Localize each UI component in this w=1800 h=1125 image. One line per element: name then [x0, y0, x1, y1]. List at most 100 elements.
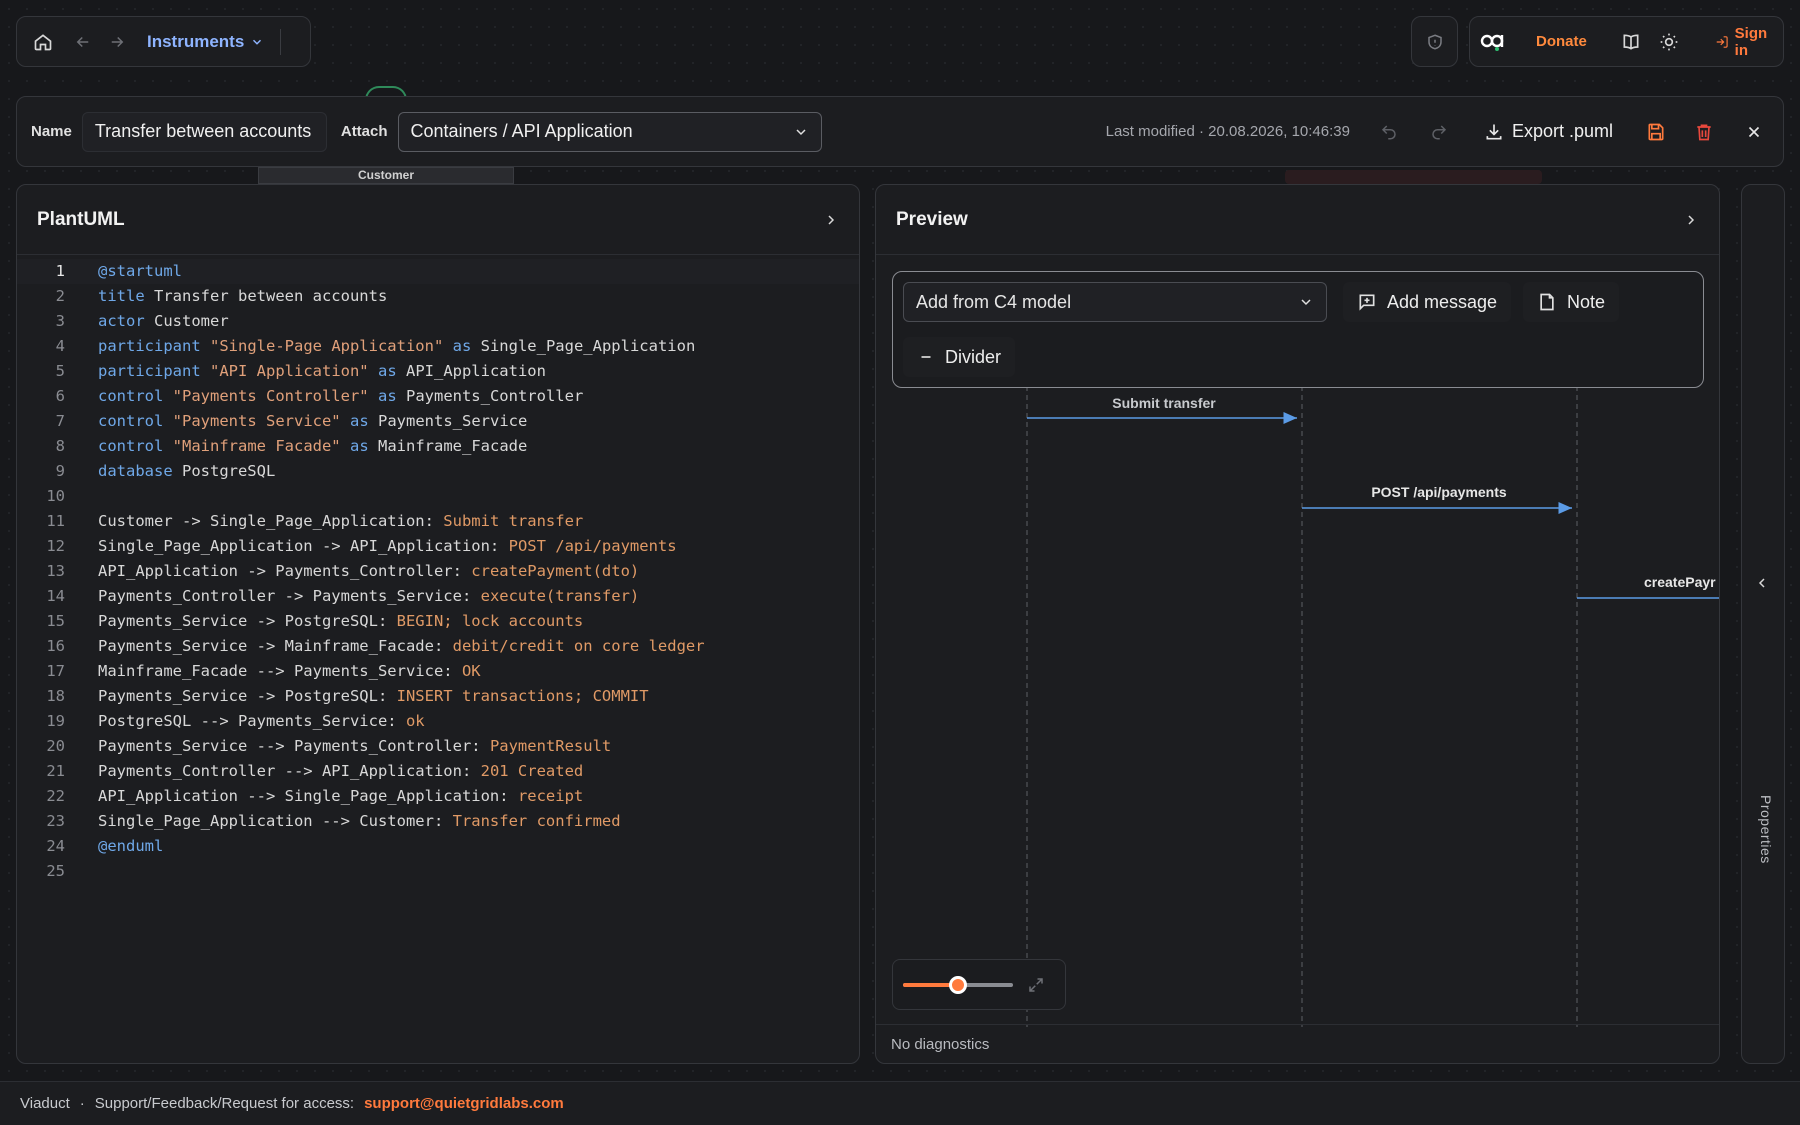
code-line[interactable]: 25 [17, 859, 859, 884]
instruments-label: Instruments [147, 31, 245, 51]
message-label: createPayr [1644, 574, 1716, 590]
security-button[interactable] [1411, 16, 1458, 67]
code-line[interactable]: 23 Single_Page_Application --> Customer: … [17, 809, 859, 834]
add-message-button[interactable]: Add message [1343, 282, 1512, 322]
forward-arrow-icon[interactable] [103, 28, 131, 56]
attach-label: Attach [340, 123, 388, 140]
code-line[interactable]: 14 Payments_Controller -> Payments_Servic… [17, 584, 859, 609]
code-token: as [377, 362, 397, 380]
code-token: Payments_Service -> PostgreSQL: [98, 612, 397, 630]
chevron-right-icon[interactable] [823, 212, 839, 228]
code-token: Single_Page_Application [471, 337, 696, 355]
message-plus-icon [1359, 294, 1375, 311]
code-line[interactable]: 10 [17, 484, 859, 509]
instruments-menu[interactable]: Instruments [147, 32, 264, 52]
line-text: Single_Page_Application -> API_Applicati… [65, 534, 677, 559]
line-number: 4 [55, 337, 65, 355]
code-token: INSERT transactions; COMMIT [396, 687, 649, 705]
code-line[interactable]: 21 Payments_Controller --> API_Applicatio… [17, 759, 859, 784]
code-line[interactable]: 16 Payments_Service -> Mainframe_Facade: … [17, 634, 859, 659]
preview-header: Preview [876, 185, 1719, 255]
code-line[interactable]: 13 API_Application -> Payments_Controller… [17, 559, 859, 584]
line-text: API_Application -> Payments_Controller: … [65, 559, 639, 584]
add-from-c4-select[interactable]: Add from C4 model [903, 282, 1327, 322]
line-text [65, 859, 98, 884]
code-line[interactable]: 15 Payments_Service -> PostgreSQL: BEGIN;… [17, 609, 859, 634]
code-line[interactable]: 7 control "Payments Service" as Payments_… [17, 409, 859, 434]
add-note-button[interactable]: Note [1523, 282, 1620, 322]
chevron-left-icon[interactable] [1754, 575, 1770, 591]
export-puml-button[interactable]: Export .puml [1484, 121, 1613, 142]
code-token: "Single-Page Application" [210, 337, 444, 355]
code-token: Transfer between accounts [144, 287, 388, 305]
redo-icon[interactable] [1424, 123, 1454, 141]
diagram-toolbar: Name Attach Containers / API Application… [16, 96, 1784, 167]
donate-link[interactable]: Donate [1536, 33, 1587, 50]
code-line[interactable]: 8 control "Mainframe Facade" as Mainframe… [17, 434, 859, 459]
code-token: Single_Page_Application --> Customer: [98, 812, 453, 830]
code-line[interactable]: 24 @enduml [17, 834, 859, 859]
name-input[interactable] [81, 111, 327, 152]
zoom-slider[interactable] [903, 975, 1013, 994]
sign-in-button[interactable]: Sign in [1715, 25, 1773, 59]
code-editor[interactable]: 1 @startuml 2 title Transfer between accoun… [17, 255, 859, 884]
code-line[interactable]: 11 Customer -> Single_Page_Application: S… [17, 509, 859, 534]
support-email-link[interactable]: support@quietgridlabs.com [364, 1095, 564, 1112]
code-token: "Payments Service" [172, 412, 341, 430]
close-icon[interactable] [1739, 123, 1769, 141]
back-arrow-icon[interactable] [69, 28, 97, 56]
code-line[interactable]: 1 @startuml [17, 259, 859, 284]
line-text: @startuml [65, 259, 182, 284]
footer-dot: · [79, 1095, 85, 1112]
line-number: 24 [46, 837, 65, 855]
fullscreen-icon[interactable] [1027, 976, 1045, 994]
code-line[interactable]: 20 Payments_Service --> Payments_Controll… [17, 734, 859, 759]
attach-select[interactable]: Containers / API Application [397, 111, 822, 152]
chevron-right-icon[interactable] [1683, 212, 1699, 228]
code-line[interactable]: 9 database PostgreSQL [17, 459, 859, 484]
code-token: PostgreSQL [172, 462, 276, 480]
message-label: POST /api/payments [1371, 484, 1507, 500]
add-divider-button[interactable]: Divider [903, 337, 1016, 377]
code-line[interactable]: 5 participant "API Application" as API_Ap… [17, 359, 859, 384]
code-line[interactable]: 18 Payments_Service -> PostgreSQL: INSERT… [17, 684, 859, 709]
code-token: ok [405, 712, 425, 730]
properties-rail[interactable]: Properties [1741, 184, 1785, 1064]
zoom-slider-handle[interactable] [949, 975, 967, 994]
undo-icon[interactable] [1374, 123, 1404, 141]
preview-title: Preview [896, 208, 968, 230]
code-token: Payments_Service -> Mainframe_Facade: [98, 637, 453, 655]
code-line[interactable]: 22 API_Application --> Single_Page_Applic… [17, 784, 859, 809]
line-number: 15 [46, 612, 65, 630]
plantuml-editor-panel: PlantUML 1 @startuml 2 title Transfer betwe… [16, 184, 860, 1064]
delete-trash-icon[interactable] [1689, 122, 1719, 142]
code-line[interactable]: 6 control "Payments Controller" as Paymen… [17, 384, 859, 409]
code-line[interactable]: 17 Mainframe_Facade --> Payments_Service:… [17, 659, 859, 684]
line-number: 22 [46, 787, 65, 805]
code-token: Submit transfer [443, 512, 584, 530]
logo-icon[interactable] [1480, 31, 1506, 53]
sign-in-icon [1716, 35, 1728, 48]
code-line[interactable]: 12 Single_Page_Application -> API_Applica… [17, 534, 859, 559]
theme-sun-icon[interactable] [1659, 32, 1679, 52]
docs-book-icon[interactable] [1621, 32, 1641, 52]
code-line[interactable]: 19 PostgreSQL --> Payments_Service: ok [17, 709, 859, 734]
code-line[interactable]: 2 title Transfer between accounts [17, 284, 859, 309]
code-token: actor [98, 312, 145, 330]
line-number: 13 [46, 562, 65, 580]
save-icon[interactable] [1641, 122, 1671, 142]
line-number: 2 [55, 287, 65, 305]
code-token: as [350, 437, 369, 455]
code-token: Single_Page_Application -> API_Applicati… [98, 537, 509, 555]
code-token: Customer -> Single_Page_Application: [98, 512, 444, 530]
home-icon[interactable] [29, 28, 57, 56]
line-number: 8 [55, 437, 65, 455]
page-footer: Viaduct · Support/Feedback/Request for a… [0, 1081, 1800, 1125]
diagnostics-bar: No diagnostics [876, 1024, 1719, 1063]
code-line[interactable]: 4 participant "Single-Page Application" a… [17, 334, 859, 359]
code-line[interactable]: 3 actor Customer [17, 309, 859, 334]
code-token: "Mainframe Facade" [172, 437, 341, 455]
